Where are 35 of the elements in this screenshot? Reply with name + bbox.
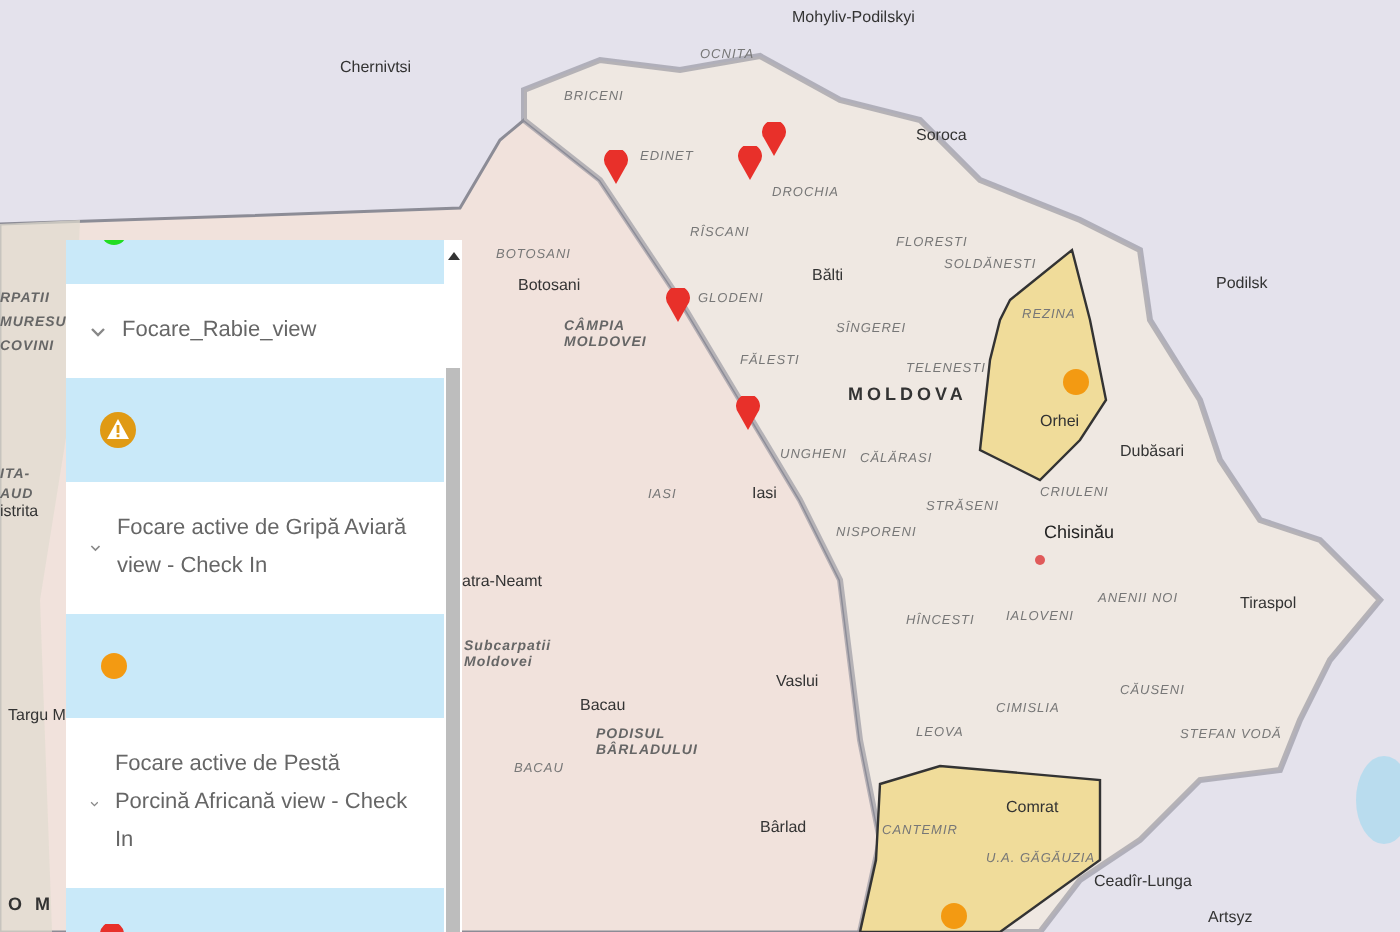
map-pin-icon[interactable] [762,122,786,156]
map-pin-icon[interactable] [738,146,762,180]
map-label: Chisinău [1044,524,1115,544]
map-label: atra-Neamt [462,574,543,592]
dot-marker-icon[interactable] [1062,368,1090,396]
map-label: Dubăsari [1120,444,1185,462]
map-label: Mohyliv-Podilskyi [792,10,915,28]
map-label: Podilsk [1216,276,1268,294]
map-label: O M [8,896,54,916]
map-label: MOLDOVA [848,386,967,406]
map-label: Soroca [916,128,967,146]
chevron-icon[interactable] [90,797,99,809]
map-label: Botosani [518,278,581,296]
scrollbar-thumb[interactable] [446,368,460,932]
map-pin-icon[interactable] [604,150,628,184]
map-label: Artsyz [1208,910,1253,928]
map-label: Comrat [1006,800,1059,818]
chevron-icon[interactable] [90,325,106,337]
map-label: Targu M [8,708,66,726]
map-label: Orhei [1040,414,1080,432]
map-pin-icon[interactable] [736,396,760,430]
map-label: Iasi [752,486,777,504]
map-label: Bacau [580,698,626,716]
scrollbar[interactable] [444,240,462,932]
map-label: Tiraspol [1240,596,1297,614]
map-label: Bârlad [760,820,807,838]
map-label: Vaslui [776,674,819,692]
chevron-icon[interactable] [90,542,101,554]
map-label: Ceadîr-Lunga [1094,874,1192,892]
map-label: istrita [0,504,39,522]
scroll-up-icon[interactable] [447,252,459,260]
map-label: Chernivtsi [340,60,412,78]
map-pin-icon[interactable] [666,288,690,322]
dot-marker-icon[interactable] [940,902,968,930]
map-label: Bălti [812,268,844,286]
